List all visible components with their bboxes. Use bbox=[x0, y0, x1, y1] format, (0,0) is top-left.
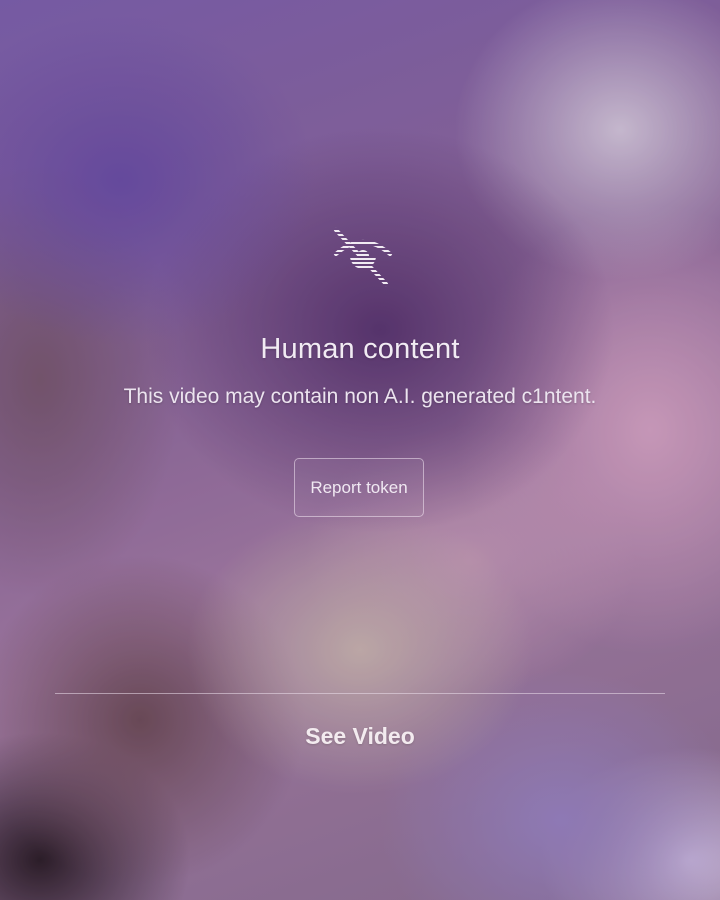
eye-slash-icon bbox=[330, 226, 396, 288]
divider bbox=[55, 693, 665, 694]
sensitive-content-screen: Human content This video may contain non… bbox=[0, 0, 720, 900]
notice-title: Human content bbox=[260, 333, 460, 365]
notice-message: This video may contain non A.I. generate… bbox=[123, 385, 597, 408]
report-token-button[interactable]: Report token bbox=[294, 458, 424, 517]
see-video-button[interactable]: See Video bbox=[240, 716, 480, 756]
content-warning-overlay: Human content This video may contain non… bbox=[0, 0, 720, 900]
